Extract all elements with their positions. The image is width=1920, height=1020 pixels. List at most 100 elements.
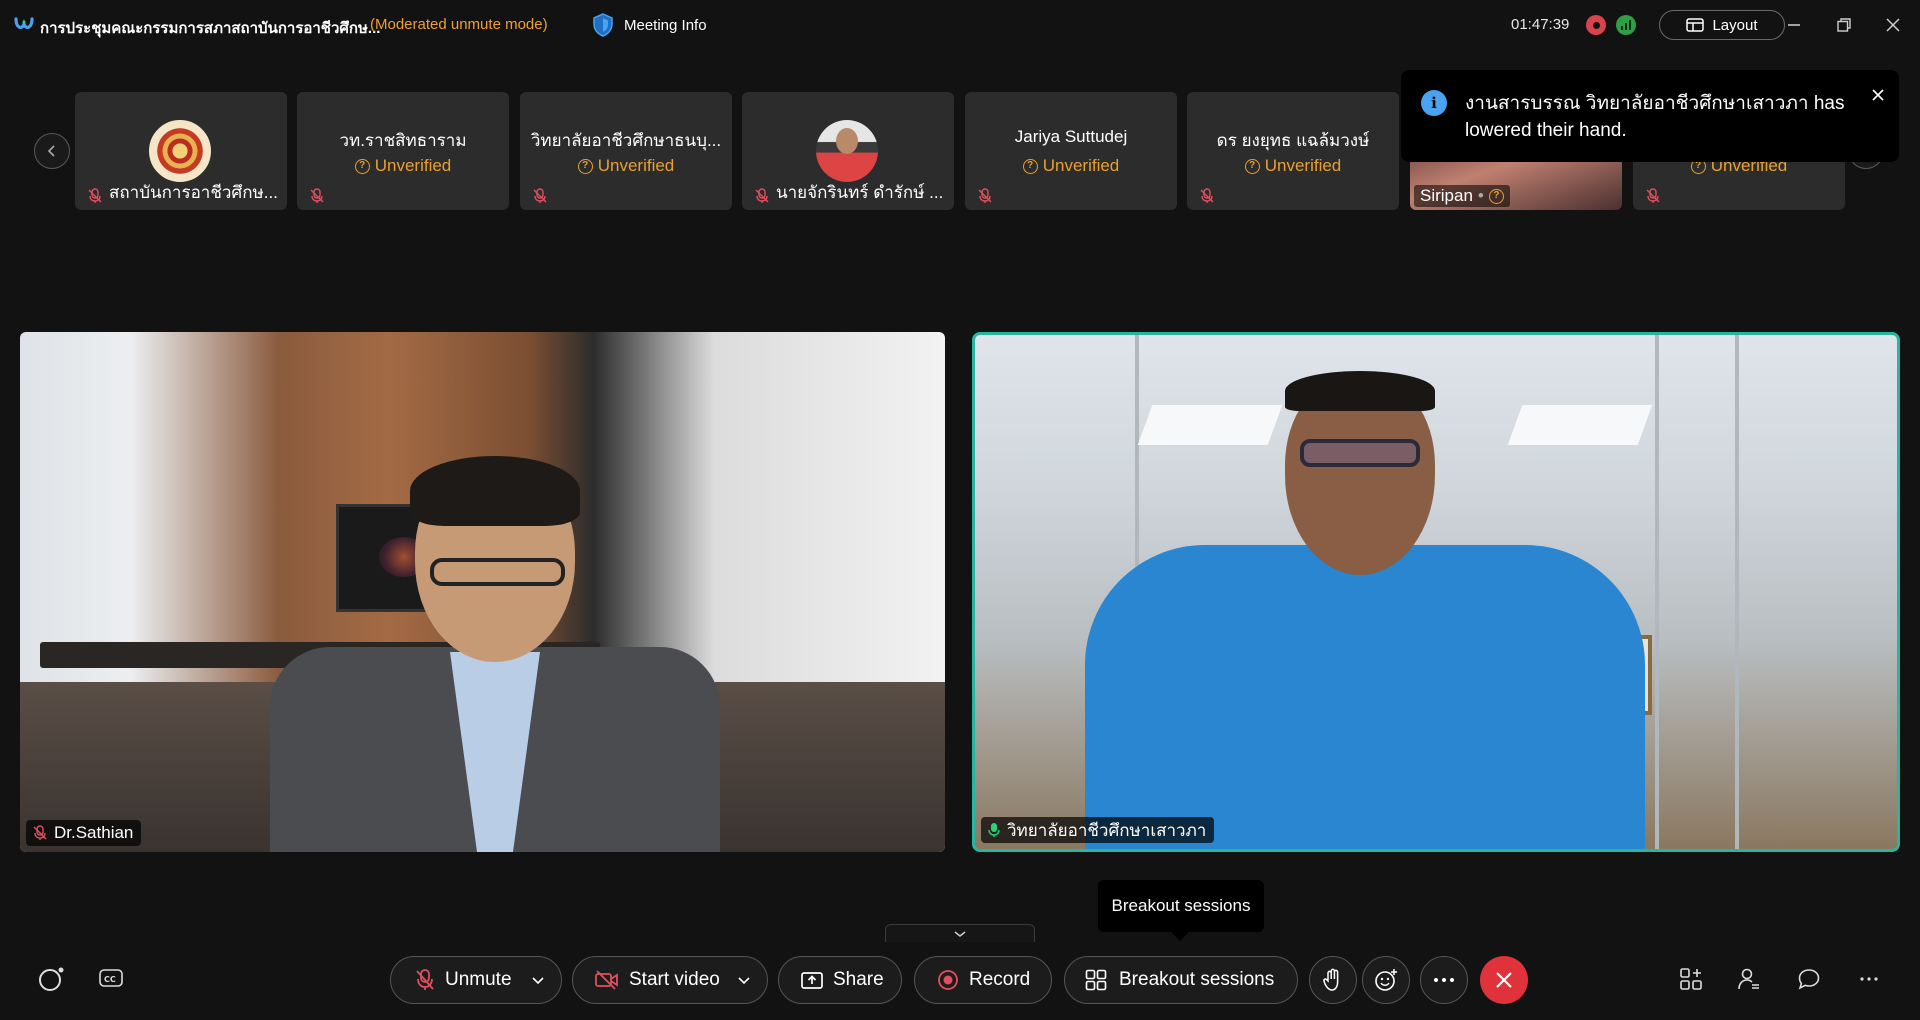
hand-icon [1323,968,1339,991]
share-icon [801,972,823,989]
meeting-timer: 01:47:39 [1511,16,1570,33]
chevron-down-icon[interactable] [735,971,753,989]
chat-icon [1798,969,1820,990]
breakout-sessions-button[interactable]: Breakout sessions [1064,956,1298,1004]
participant-name: วิทยาลัยอาชีวศึกษาธนบุ... [530,131,722,150]
video-participant-name: Dr.Sathian [54,823,134,842]
record-label: Record [969,969,1031,990]
participant-name: Siripan [1420,186,1473,205]
layout-button[interactable]: Layout [1659,10,1785,40]
unmute-label: Unmute [445,969,512,990]
mic-muted-icon [755,188,769,203]
participants-icon [1738,968,1759,990]
minimize-button[interactable] [1782,13,1806,37]
apps-add-icon [1680,968,1702,990]
info-icon: i [1421,90,1447,116]
shield-icon [593,13,613,37]
chevron-down-icon [954,930,966,937]
photo-avatar [816,120,878,182]
participant-name: Jariya Suttudej [1014,127,1128,146]
participant-thumbnail[interactable]: ดร ยงยุทธ แฉล้มวงษ์ ? Unverified [1187,92,1399,210]
restore-button[interactable] [1832,13,1856,37]
captions-button[interactable]: CC [96,964,126,994]
participant-name: ดร ยงยุทธ แฉล้มวงษ์ [1216,131,1370,150]
breakout-grid-icon [1085,969,1107,991]
participant-name: นายจักรินทร์ ดำรักษ์ ... [776,183,944,202]
participant-name: สถาบันการอาชีวศึกษ... [109,183,278,202]
video-tile-left[interactable]: Dr.Sathian [20,332,945,852]
mic-muted-icon [88,188,102,203]
notification-message: งานสารบรรณ วิทยาลัยอาชีวศึกษาเสาวภา has … [1465,93,1845,141]
participant-name: วท.ราชสิทธาราม [339,131,467,150]
participant-thumbnail[interactable]: วท.ราชสิทธาราม ? Unverified [297,92,509,210]
share-button[interactable]: Share [778,956,902,1004]
participant-video-person [270,456,720,852]
leave-meeting-button[interactable] [1480,956,1528,1004]
minimize-icon [1788,24,1800,26]
emoji-add-icon [1375,969,1397,991]
more-options-button[interactable] [1420,956,1468,1004]
start-video-label: Start video [629,969,720,990]
restore-icon [1837,18,1851,32]
status-ring-button[interactable] [36,964,66,994]
more-icon [1860,977,1878,981]
collapse-controls-tab[interactable] [885,924,1035,942]
close-window-button[interactable] [1881,13,1905,37]
video-off-icon [595,970,618,990]
webex-logo-icon [14,17,34,29]
notification-close-button[interactable] [1867,84,1889,106]
chevron-down-icon[interactable] [529,971,547,989]
start-video-button[interactable]: Start video [572,956,768,1004]
reactions-button[interactable] [1362,956,1410,1004]
unmute-mode-label: (Moderated unmute mode) [370,16,548,33]
participants-panel-button[interactable] [1734,964,1764,994]
record-icon [938,970,958,990]
question-icon: ? [1244,158,1260,174]
closed-captions-icon: CC [99,969,123,987]
apps-button[interactable] [1676,964,1706,994]
chat-button[interactable] [1794,964,1824,994]
mic-muted-icon [978,188,992,203]
question-icon: ? [354,158,370,174]
mic-muted-icon [1200,188,1214,203]
video-name-label: Dr.Sathian [26,820,142,846]
layout-label: Layout [1712,16,1758,34]
network-signal-icon[interactable] [1616,15,1636,35]
chevron-left-icon [47,145,55,157]
mic-muted-icon [33,825,47,840]
strip-prev-button[interactable] [34,133,70,169]
participant-label: Siripan • ? [1414,185,1510,207]
participant-thumbnail[interactable]: วิทยาลัยอาชีวศึกษาธนบุ... ? Unverified [520,92,732,210]
mic-muted-icon [1646,188,1660,203]
participant-thumbnail[interactable]: Jariya Suttudej ? Unverified [965,92,1177,210]
close-icon [1872,89,1884,101]
svg-text:CC: CC [104,975,116,984]
close-icon [1496,972,1512,988]
share-label: Share [833,969,884,990]
unverified-badge: ? Unverified [1187,156,1399,176]
meeting-info-button[interactable]: Meeting Info [592,12,707,38]
title-bar: การประชุมคณะกรรมการสภาสถาบันการอาชีวศึกษ… [0,0,1920,50]
unverified-badge: ? Unverified [965,156,1177,176]
hand-lowered-notification: i งานสารบรรณ วิทยาลัยอาชีวศึกษาเสาวภา ha… [1401,70,1899,162]
close-icon [1886,18,1900,32]
mic-active-icon [988,823,1000,837]
video-name-label: วิทยาลัยอาชีวศึกษาเสาวภา [981,817,1215,843]
video-participant-name: วิทยาลัยอาชีวศึกษาเสาวภา [1007,820,1207,840]
more-icon [1434,978,1454,982]
participant-thumbnail[interactable]: สถาบันการอาชีวศึกษ... [75,92,287,210]
unverified-badge: ? Unverified [297,156,509,176]
participant-thumbnail[interactable]: นายจักรินทร์ ดำรักษ์ ... [742,92,954,210]
record-button[interactable]: Record [914,956,1052,1004]
unmute-button[interactable]: Unmute [390,956,562,1004]
layout-icon [1686,18,1705,32]
raise-hand-button[interactable] [1309,956,1357,1004]
mic-muted-icon [416,969,434,990]
question-icon: ? [1022,158,1038,174]
more-panels-button[interactable] [1854,964,1884,994]
unverified-badge: ? Unverified [520,156,732,176]
recording-indicator-icon[interactable] [1586,15,1606,35]
mic-muted-icon [533,188,547,203]
breakout-tooltip: Breakout sessions [1098,880,1264,941]
video-tile-active-speaker[interactable]: วิทยาลัยอาชีวศึกษาเสาวภา [972,332,1900,852]
